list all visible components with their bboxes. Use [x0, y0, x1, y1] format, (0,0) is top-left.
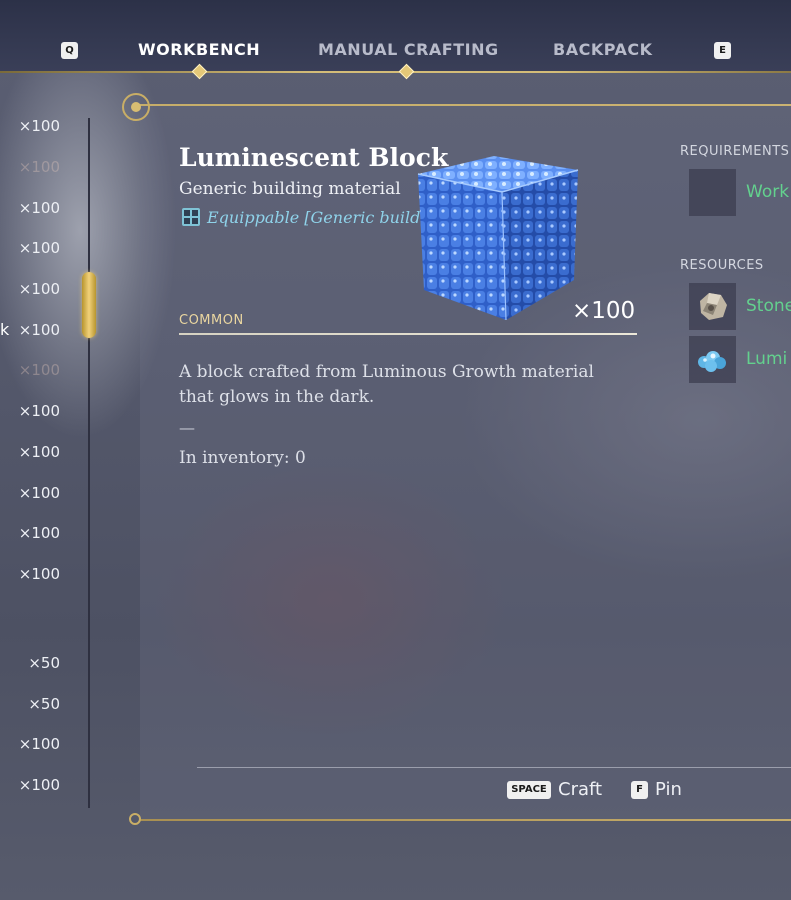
craft-key-hint[interactable]: SPACE: [507, 781, 551, 799]
inventory-count: In inventory: 0: [179, 448, 306, 468]
next-tab-key[interactable]: E: [714, 42, 731, 59]
tab-workbench[interactable]: WORKBENCH: [138, 40, 260, 59]
recipe-list-scrollbar-track[interactable]: [88, 118, 90, 808]
stone-icon[interactable]: [689, 283, 736, 330]
recipe-quantity[interactable]: ×100: [0, 199, 60, 217]
craft-output-quantity: ×100: [572, 298, 636, 324]
pin-key-hint[interactable]: F: [631, 781, 648, 799]
recipe-quantity[interactable]: ×100: [0, 565, 60, 583]
resource-name[interactable]: Stone: [746, 296, 791, 316]
recipe-quantity[interactable]: ×100: [0, 524, 60, 542]
requirement-slot: [689, 169, 736, 216]
recipe-list-scrollbar-thumb[interactable]: [82, 272, 96, 338]
panel-bottom-border: [140, 819, 791, 821]
recipe-quantity[interactable]: ×100: [0, 239, 60, 257]
recipe-quantity[interactable]: ×100: [0, 158, 60, 176]
rarity-label: COMMON: [179, 313, 244, 328]
tab-manual-crafting[interactable]: MANUAL CRAFTING: [318, 40, 499, 59]
grid-block-icon: [182, 208, 200, 226]
resource-name[interactable]: Lumi: [746, 349, 787, 369]
recipe-quantity[interactable]: ×100: [0, 117, 60, 135]
crystal-icon[interactable]: [689, 336, 736, 383]
tab-backpack[interactable]: BACKPACK: [553, 40, 653, 59]
tab-bar-underline: [0, 71, 791, 73]
item-description: A block crafted from Luminous Growth mat…: [179, 362, 594, 407]
description-separator: —: [179, 418, 195, 437]
recipe-quantity-selected[interactable]: ×100: [0, 321, 60, 339]
recipe-quantity[interactable]: ×100: [0, 361, 60, 379]
luminescent-block-image: [414, 150, 582, 322]
recipe-quantity[interactable]: ×100: [0, 443, 60, 461]
rarity-divider: [179, 333, 637, 335]
corner-ornament-icon: [129, 813, 141, 825]
panel-top-border: [140, 104, 791, 106]
recipe-quantity[interactable]: ×100: [0, 402, 60, 420]
recipe-quantity[interactable]: ×50: [0, 654, 60, 672]
recipe-quantity[interactable]: ×100: [0, 484, 60, 502]
top-tab-bar: [0, 0, 791, 73]
resources-heading: RESOURCES: [680, 258, 764, 273]
craft-button[interactable]: Craft: [558, 779, 602, 800]
recipe-quantity[interactable]: ×100: [0, 776, 60, 794]
compass-ornament-icon: [122, 93, 150, 121]
actions-divider: [197, 767, 791, 768]
recipe-quantity[interactable]: ×100: [0, 735, 60, 753]
recipe-quantity[interactable]: ×50: [0, 695, 60, 713]
requirement-name[interactable]: Work: [746, 182, 789, 202]
item-name: Luminescent Block: [179, 143, 449, 172]
pin-button[interactable]: Pin: [655, 779, 682, 800]
recipe-quantity[interactable]: ×100: [0, 280, 60, 298]
item-subtitle: Generic building material: [179, 179, 401, 199]
prev-tab-key[interactable]: Q: [61, 42, 78, 59]
requirements-heading: REQUIREMENTS: [680, 144, 790, 159]
